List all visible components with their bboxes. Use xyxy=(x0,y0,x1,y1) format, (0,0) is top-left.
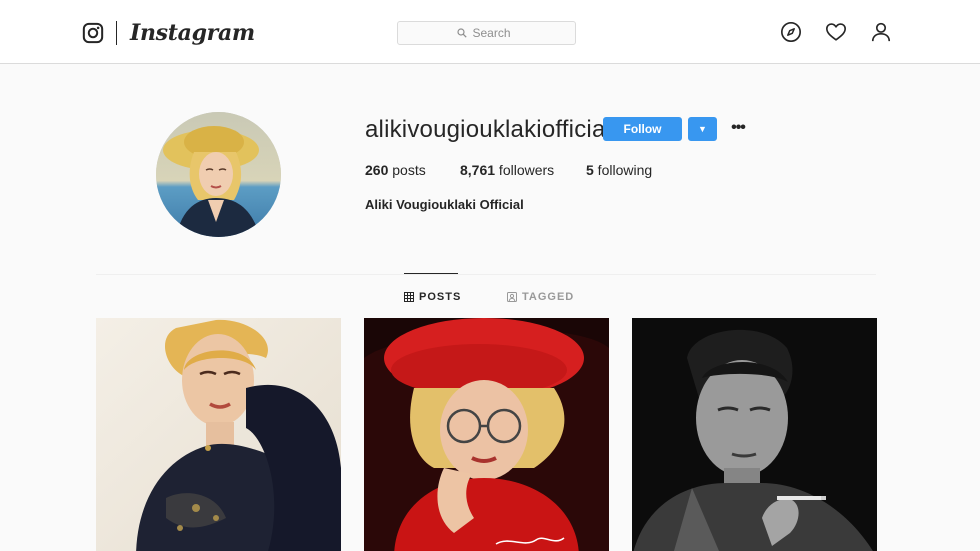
post-image-man-black-white xyxy=(632,318,877,551)
post-image-woman-red-beret xyxy=(364,318,609,551)
post-thumbnail[interactable] xyxy=(96,318,341,551)
heart-icon[interactable] xyxy=(825,21,847,43)
tab-posts[interactable]: POSTS xyxy=(404,289,461,305)
caret-down-icon: ▼ xyxy=(698,124,707,134)
ellipsis-icon: ••• xyxy=(731,119,746,136)
more-options-button[interactable]: ••• xyxy=(728,118,748,140)
following-count: 5 xyxy=(586,162,594,178)
followers-label: followers xyxy=(495,162,555,178)
instagram-camera-icon xyxy=(82,22,104,44)
search-box[interactable] xyxy=(397,21,576,45)
avatar-portrait-image xyxy=(156,112,281,237)
profile-full-name: Aliki Vougiouklaki Official xyxy=(365,197,524,212)
profile-avatar[interactable] xyxy=(156,112,281,237)
following-count-stat[interactable]: 5 following xyxy=(586,161,652,181)
top-navigation-bar: Instagram xyxy=(0,0,980,64)
post-thumbnail[interactable] xyxy=(632,318,877,551)
instagram-logo[interactable]: Instagram xyxy=(82,18,255,48)
logo-divider xyxy=(116,21,117,45)
active-tab-indicator xyxy=(404,273,458,274)
tab-posts-label: POSTS xyxy=(419,291,462,303)
suggested-accounts-dropdown-button[interactable]: ▼ xyxy=(688,117,717,141)
posts-count: 260 xyxy=(365,162,389,178)
user-icon[interactable] xyxy=(870,21,892,43)
posts-count-stat: 260 posts xyxy=(365,161,460,181)
profile-username: alikivougiouklakiofficial xyxy=(365,116,612,143)
instagram-wordmark: Instagram xyxy=(130,20,255,46)
followers-count: 8,761 xyxy=(460,162,496,178)
profile-stats: 260 posts 8,761 followers 5 following xyxy=(365,161,652,181)
posts-label: posts xyxy=(388,162,426,178)
following-label: following xyxy=(593,162,653,178)
search-icon xyxy=(456,28,467,38)
compass-icon[interactable] xyxy=(780,21,802,43)
post-image-woman-fur xyxy=(96,318,341,551)
followers-count-stat[interactable]: 8,761 followers xyxy=(460,161,586,181)
post-thumbnail[interactable] xyxy=(364,318,609,551)
grid-icon xyxy=(404,292,414,302)
tab-tagged-label: TAGGED xyxy=(522,291,575,303)
follow-button[interactable]: Follow xyxy=(603,117,682,141)
tab-tagged[interactable]: TAGGED xyxy=(507,289,574,305)
tabs-divider xyxy=(96,274,876,275)
search-input[interactable] xyxy=(472,26,517,40)
tag-person-icon xyxy=(507,292,517,302)
